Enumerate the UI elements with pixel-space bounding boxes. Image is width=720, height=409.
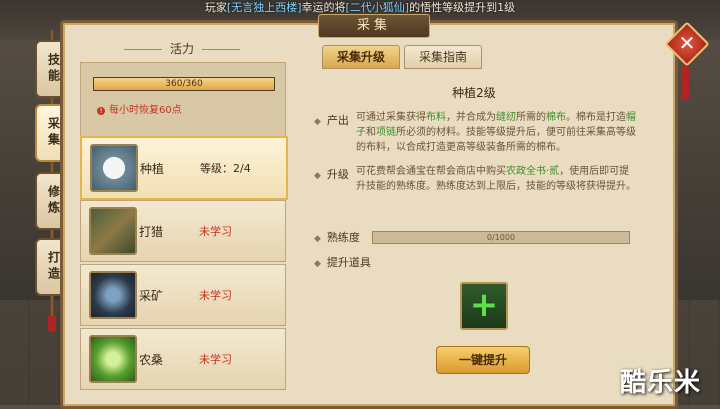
vitality-heading: 活力 [80,40,284,58]
broadcast-middle: 幸运的将 [301,1,346,14]
skill-name: 采矿 [139,289,164,303]
proficiency-label: ◆ 熟练度 [314,231,360,244]
silkworm-leaf-icon [89,335,137,383]
skill-list-column: 活力 360/360 ! 每小时恢复60点 种植 等级：2/4 打猎 未学习 采矿… [80,36,288,401]
broadcast-item-name: [二代小狐仙] [345,1,410,14]
upgrade-label: ◆ 升级 [314,168,349,181]
skill-status: 未学习 [199,289,232,302]
tab-gathering-guide[interactable]: 采集指南 [404,45,482,69]
plus-icon: + [469,285,499,325]
tab-tassel [48,316,56,332]
upgrade-description: 可花费帮会通宝在帮会商店中购买农政全书·贰，使用后即可提升技能的熟练度。熟练度达… [356,166,636,192]
close-tassel [681,66,689,100]
diamond-bullet-icon: ◆ [314,171,321,181]
skill-card-hunting[interactable]: 打猎 未学习 [80,200,286,262]
diamond-bullet-icon: ◆ [314,234,321,244]
skill-level: 等级：2/4 [200,162,251,175]
tab-gathering-upgrade[interactable]: 采集升级 [322,45,400,69]
skill-status: 未学习 [199,225,232,238]
proficiency-value: 0/1000 [486,233,516,242]
diamond-bullet-icon: ◆ [314,259,321,269]
cotton-icon [90,144,138,192]
one-click-upgrade-button[interactable]: 一键提升 [436,346,530,374]
broadcast-prefix: 玩家 [204,1,227,14]
items-label: ◆ 提升道具 [314,256,371,269]
vitality-recover-text: 每小时恢复60点 [109,105,182,116]
vitality-recover-note: ! 每小时恢复60点 [97,101,182,116]
vitality-value: 360/360 [165,79,203,89]
skill-card-planting[interactable]: 种植 等级：2/4 [80,136,288,200]
watermark: 酷乐米 [620,368,702,398]
hunting-bow-icon [89,207,137,255]
skill-card-sericulture[interactable]: 农桑 未学习 [80,328,286,390]
window-title: 采集 [318,14,430,38]
proficiency-bar: 0/1000 [372,231,630,244]
broadcast-player-name: [无言独上西楼] [226,1,302,14]
produce-label: ◆ 产出 [314,114,349,127]
close-icon: ✕ [678,31,696,55]
diamond-bullet-icon: ◆ [314,117,321,127]
produce-description: 可通过采集获得布料，并合成为缝纫所需的棉布。棉布是打造帽子和项链所必须的材料。技… [356,112,636,153]
ore-icon [89,271,137,319]
upgrade-item-slot[interactable]: + [460,282,508,330]
skill-name: 农桑 [139,353,164,367]
alert-icon: ! [97,107,105,115]
vitality-bar: 360/360 [93,77,275,91]
detail-title: 种植2级 [452,86,496,100]
skill-name: 打猎 [139,225,164,239]
skill-status: 未学习 [199,353,232,366]
skill-name: 种植 [140,162,165,176]
skill-detail: 种植2级 ◆ 产出 可通过采集获得布料，并合成为缝纫所需的棉布。棉布是打造帽子和项… [304,70,644,395]
broadcast-suffix: 的悟性等级提升到1级 [409,1,516,14]
skill-card-mining[interactable]: 采矿 未学习 [80,264,286,326]
